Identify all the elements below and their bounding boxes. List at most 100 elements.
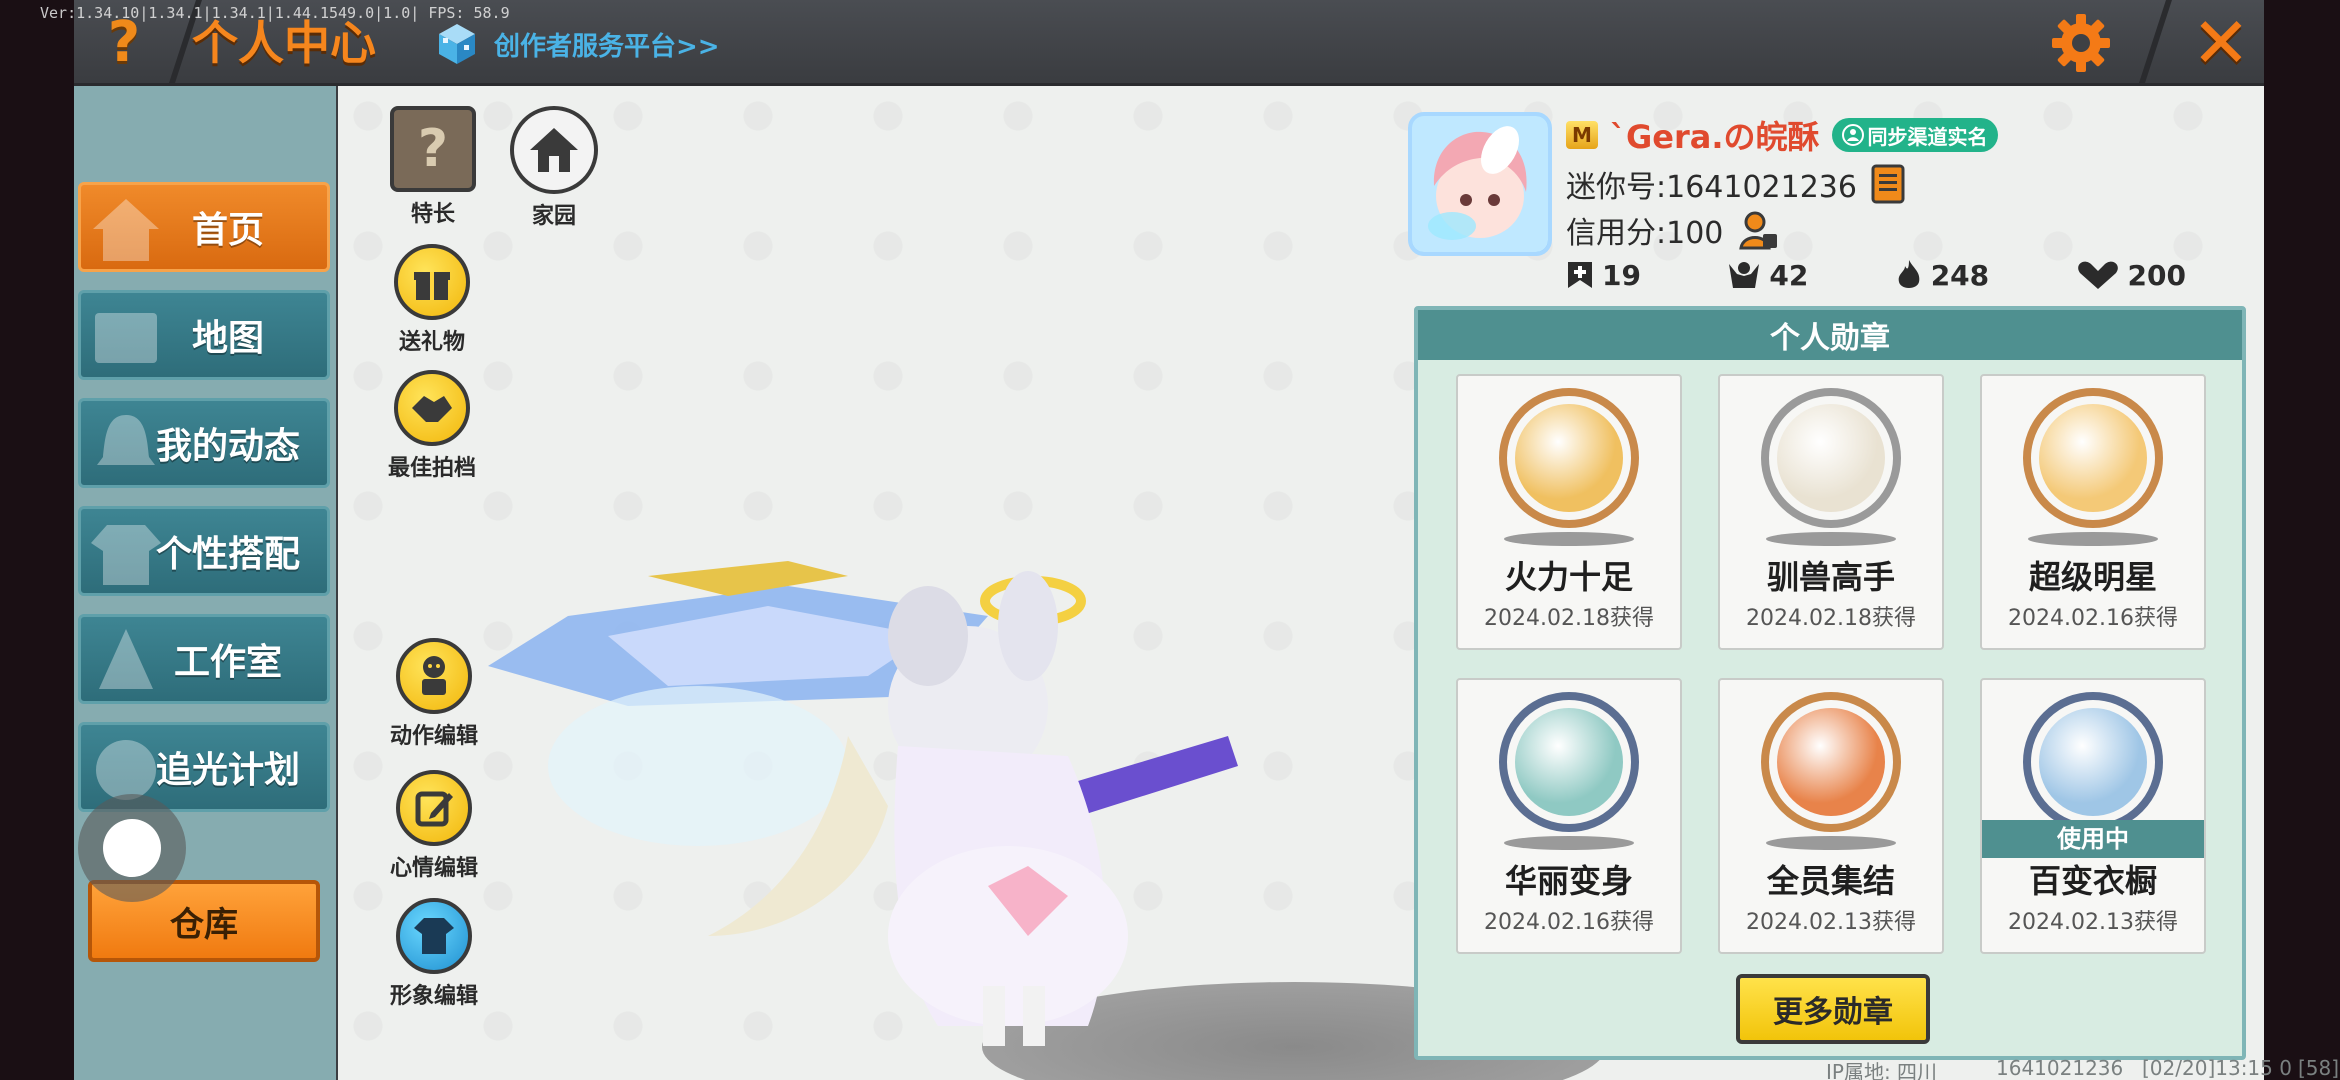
more-medals-button[interactable]: 更多勋章 [1736, 974, 1930, 1044]
realname-label: 同步渠道实名 [1867, 124, 1988, 149]
medal-panel: 个人勋章 火力十足 2024.02.18获得 驯兽高手 2024.02.18获得… [1414, 306, 2246, 1060]
medal-card[interactable]: 驯兽高手 2024.02.18获得 [1718, 374, 1944, 650]
medal-name: 百变衣橱 [2028, 862, 2157, 900]
sidebar-item-label: 首页 [191, 210, 264, 251]
medal-card[interactable]: 火力十足 2024.02.18获得 [1456, 374, 1682, 650]
medal-shadow [1504, 532, 1634, 546]
tool-label: 家园 [531, 204, 576, 229]
send-gift-button[interactable]: 送礼物 [394, 244, 470, 356]
specialty-button[interactable]: ? 特长 [390, 106, 476, 228]
sidebar-item-moments[interactable]: 我的动态 [78, 398, 330, 488]
medal-badge [1499, 692, 1639, 832]
heart-icon [2077, 261, 2118, 289]
user-check-icon [1841, 124, 1864, 146]
copy-icon[interactable] [1871, 164, 1905, 204]
likes-stat[interactable]: 200 [2076, 258, 2186, 292]
best-partner-button[interactable]: 最佳拍档 [388, 370, 476, 482]
medal-name: 驯兽高手 [1766, 558, 1895, 596]
fans-icon [1729, 262, 1760, 288]
mini-id-row: 迷你号:1641021236 [1566, 162, 1905, 206]
creator-platform-link[interactable]: 创作者服务平台>> [434, 18, 720, 70]
medal-badge [2023, 388, 2163, 528]
gather-icon [1777, 708, 1885, 816]
username-row: M `Gera.の皖酥 同步渠道实名 [1566, 112, 1998, 158]
sidebar-item-label: 个性搭配 [155, 534, 300, 575]
question-block-icon: ? [390, 106, 476, 192]
sidebar-item-outfit[interactable]: 个性搭配 [78, 506, 330, 596]
credit-user-icon[interactable] [1739, 210, 1779, 250]
look-edit-button[interactable]: 形象编辑 [390, 898, 478, 1010]
sidebar-item-label: 我的动态 [155, 426, 300, 467]
clothes-icon [396, 898, 472, 974]
medal-date: 2024.02.16获得 [1484, 910, 1654, 935]
realname-badge[interactable]: 同步渠道实名 [1831, 118, 1998, 152]
medal-card[interactable]: 全员集结 2024.02.13获得 [1718, 678, 1944, 954]
divider [2138, 0, 2172, 86]
footer-timestamp: [02/20]13:15 0 [2142, 1056, 2292, 1080]
tool-label: 心情编辑 [390, 856, 479, 881]
sidebar-item-studio[interactable]: 工作室 [78, 614, 330, 704]
popularity-count: 248 [1930, 258, 1990, 292]
medal-date: 2024.02.16获得 [2008, 606, 2178, 631]
fans-stat[interactable]: 42 [1727, 258, 1808, 292]
tool-label: 形象编辑 [390, 984, 479, 1009]
credit-row: 信用分:100 [1566, 208, 1779, 252]
medal-date: 2024.02.13获得 [1746, 910, 1916, 935]
debug-overlay: Ver:1.34.10|1.34.1|1.34.1|1.44.1549.0|1.… [40, 4, 510, 22]
sidebar: 首页 地图 我的动态 个性搭配 工作室 追光计划 仓库 [74, 86, 336, 1080]
gift-icon [394, 244, 470, 320]
floating-assistive-ball[interactable] [78, 794, 186, 902]
tamer-icon [1777, 404, 1885, 512]
avatar[interactable] [1408, 112, 1552, 256]
posts-count: 19 [1602, 258, 1641, 292]
action-edit-button[interactable]: 动作编辑 [390, 638, 478, 750]
username: `Gera.の皖酥 [1610, 118, 1820, 156]
medal-badge [1761, 388, 1901, 528]
cube-icon [439, 24, 475, 64]
medal-badge [2023, 692, 2163, 832]
house-icon [510, 106, 598, 194]
medal-shadow [2028, 532, 2158, 546]
fans-count: 42 [1769, 258, 1809, 292]
medal-badge [1499, 388, 1639, 528]
bell-icon [97, 415, 155, 465]
treasure-chest-icon [1515, 404, 1623, 512]
medal-card[interactable]: 超级明星 2024.02.16获得 [1980, 374, 2206, 650]
character-avatar[interactable] [468, 466, 1468, 1080]
sidebar-item-map[interactable]: 地图 [78, 290, 330, 380]
close-button[interactable]: ✕ [2184, 6, 2258, 80]
mini-id: 迷你号:1641021236 [1566, 170, 1857, 205]
in-use-badge: 使用中 [1982, 820, 2204, 858]
sidebar-item-label: 工作室 [173, 642, 282, 683]
sidebar-item-label: 追光计划 [155, 750, 300, 791]
medal-shadow [1504, 836, 1634, 850]
gear-icon [2052, 14, 2110, 72]
studio-icon [99, 629, 153, 689]
posts-stat[interactable]: 19 [1566, 258, 1641, 292]
tool-label: 动作编辑 [390, 724, 479, 749]
home-button[interactable]: 家园 [510, 106, 598, 230]
mood-edit-button[interactable]: 心情编辑 [390, 770, 478, 882]
medal-card[interactable]: 使用中 百变衣橱 2024.02.13获得 [1980, 678, 2206, 954]
footer-fps: [58] [2298, 1056, 2340, 1080]
likes-count: 200 [2127, 258, 2186, 292]
map-icon [95, 313, 157, 363]
edit-icon [396, 770, 472, 846]
sidebar-item-home[interactable]: 首页 [78, 182, 330, 272]
tool-label: 送礼物 [398, 330, 465, 355]
main-area: ? 特长 家园 送礼物 最佳拍档 动作编辑 心情编辑 形象编辑 M `Gera.… [338, 86, 2264, 1080]
creator-platform-label: 创作者服务平台>> [494, 31, 720, 62]
medal-card[interactable]: 华丽变身 2024.02.16获得 [1456, 678, 1682, 954]
medal-name: 火力十足 [1504, 558, 1633, 596]
shirt-icon [91, 525, 161, 585]
transform-icon [1515, 708, 1623, 816]
settings-button[interactable] [2044, 6, 2118, 80]
handshake-icon [394, 370, 470, 446]
vip-icon: M [1566, 121, 1598, 149]
house-icon [93, 199, 159, 261]
medal-shadow [1766, 532, 1896, 546]
popularity-stat[interactable]: 248 [1895, 258, 1989, 292]
ip-location: IP属地: 四川 [1826, 1060, 1938, 1080]
footer-uid: 1641021236 [1996, 1056, 2124, 1080]
medal-shadow [1766, 836, 1896, 850]
